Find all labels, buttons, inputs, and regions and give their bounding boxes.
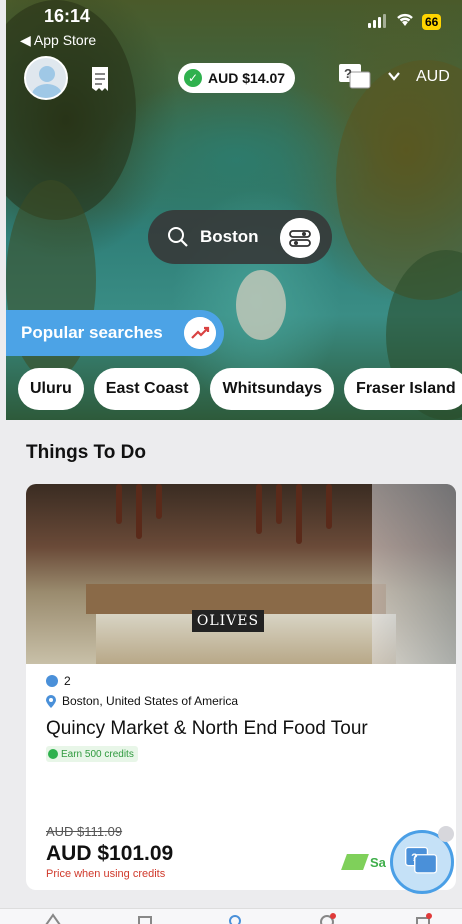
close-icon[interactable] (438, 826, 454, 842)
credits-balance-pill[interactable]: ✓ AUD $14.07 (178, 63, 296, 93)
credit-coin-icon (48, 749, 58, 759)
credits-value: AUD $14.07 (208, 70, 286, 86)
credit-coin-icon: ✓ (184, 69, 202, 87)
trend-icon (184, 317, 216, 349)
home-icon[interactable] (44, 913, 62, 924)
tour-title[interactable]: Quincy Market & North End Food Tour (46, 718, 368, 740)
search-location: Boston (200, 227, 259, 246)
search-icon (168, 227, 188, 247)
earn-credits-badge: Earn 500 credits (46, 746, 138, 762)
location-value: Boston, United States of America (62, 694, 239, 708)
price-note: Price when using credits (46, 868, 166, 880)
filter-icon[interactable] (280, 218, 320, 258)
signal-icon (368, 14, 386, 28)
duration-value: 2 (64, 674, 71, 688)
tour-image: OLIVES (26, 484, 456, 664)
notifications-icon[interactable] (318, 913, 336, 924)
current-price: AUD $101.09 (46, 842, 174, 865)
svg-text:?: ? (344, 66, 352, 81)
search-tab-icon[interactable] (226, 913, 244, 924)
help-chat-icon[interactable]: ? (338, 62, 372, 92)
clock-icon (46, 675, 58, 687)
back-app-label: App Store (33, 32, 97, 48)
status-bar: 16:14 ◀ App Store 66 (0, 0, 462, 52)
chevron-down-icon[interactable] (386, 68, 402, 84)
svg-text:?: ? (411, 852, 418, 864)
tour-card[interactable]: OLIVES 2 Boston, United States of Americ… (26, 484, 456, 890)
section-title: Things To Do (26, 442, 146, 463)
bag-icon[interactable] (136, 913, 154, 924)
save-label: Sa (370, 854, 386, 870)
earn-credits-label: Earn 500 credits (61, 748, 134, 760)
chip-search[interactable]: Uluru (18, 368, 84, 410)
popular-searches-label: Popular searches (21, 323, 163, 342)
chip-search[interactable]: Whitsundays (210, 368, 335, 410)
tag-icon (341, 854, 369, 870)
profile-icon[interactable] (414, 913, 432, 924)
status-time: 16:14 (44, 6, 91, 26)
original-price: AUD $111.09 (46, 824, 123, 839)
popular-search-chips: Uluru East Coast Whitsundays Fraser Isla… (18, 368, 462, 410)
olives-sign: OLIVES (192, 610, 264, 632)
battery-indicator: 66 (422, 14, 442, 30)
chip-search[interactable]: East Coast (93, 368, 201, 410)
pin-icon (46, 694, 56, 708)
wifi-icon (397, 13, 413, 26)
currency-selector[interactable]: AUD (416, 68, 450, 86)
back-to-app-link[interactable]: ◀ App Store (20, 32, 96, 49)
avatar[interactable] (24, 56, 68, 100)
tour-location: Boston, United States of America (46, 694, 238, 708)
bottom-tab-bar (0, 908, 462, 924)
save-badge: Sa (341, 854, 386, 870)
receipt-icon[interactable] (90, 66, 110, 92)
tour-duration: 2 (46, 674, 71, 688)
chip-search[interactable]: Fraser Island (344, 368, 462, 410)
popular-searches-banner[interactable]: Popular searches (6, 310, 224, 356)
